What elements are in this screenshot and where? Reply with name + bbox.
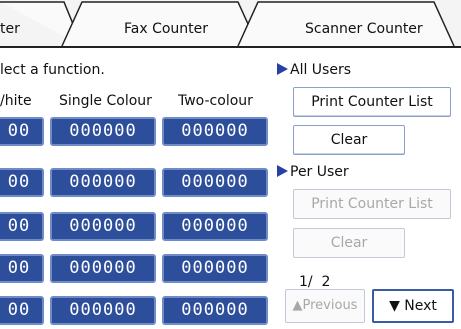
column-header-single-colour: Single Colour — [59, 93, 152, 109]
counter-cell-white: 00 — [0, 296, 44, 325]
next-label: Next — [404, 298, 437, 314]
counter-cell-white: 00 — [0, 212, 44, 241]
counter-cell-single-colour: 000000 — [50, 296, 156, 325]
counter-cell-two-colour: 000000 — [162, 254, 268, 283]
all-users-label-text: All Users — [290, 62, 352, 78]
column-header-two-colour: Two-colour — [178, 93, 253, 109]
tab-baseline — [0, 46, 461, 48]
counter-cell-two-colour: 000000 — [162, 212, 268, 241]
counter-cell-single-colour: 000000 — [50, 254, 156, 283]
counter-cell-single-colour: 000000 — [50, 212, 156, 241]
counter-cell-single-colour: 000000 — [50, 117, 156, 146]
instruction-text: lect a function. — [0, 62, 105, 78]
tab-label: Scanner Counter — [305, 21, 423, 37]
counter-cell-two-colour: 000000 — [162, 117, 268, 146]
all-users-clear-button[interactable]: Clear — [293, 125, 405, 155]
triangle-down-icon: ▼ — [389, 298, 400, 314]
tab-label: Fax Counter — [124, 21, 209, 37]
all-users-label: All Users — [277, 62, 351, 78]
column-header-white: /hite — [0, 93, 32, 109]
per-user-print-counter-list-button[interactable]: Print Counter List — [293, 189, 451, 219]
tab-label: ter — [0, 21, 20, 37]
counter-cell-single-colour: 000000 — [50, 168, 156, 197]
per-user-clear-button[interactable]: Clear — [293, 228, 405, 258]
per-user-label-text: Per User — [290, 164, 349, 180]
tab-fax-counter[interactable]: Fax Counter — [61, 0, 262, 47]
triangle-up-icon: ▲ — [292, 298, 303, 313]
triangle-marker-icon — [277, 63, 288, 75]
counter-cell-white: 00 — [0, 254, 44, 283]
tab-bar: ter Fax Counter Scanner Counter — [0, 0, 461, 48]
all-users-print-counter-list-button[interactable]: Print Counter List — [293, 87, 451, 117]
next-button[interactable]: ▼ Next — [372, 289, 454, 323]
counter-cell-two-colour: 000000 — [162, 168, 268, 197]
counter-cell-white: 00 — [0, 117, 44, 146]
previous-label: Previous — [302, 298, 358, 313]
counter-cell-white: 00 — [0, 168, 44, 197]
previous-button[interactable]: ▲Previous — [285, 289, 365, 323]
triangle-marker-icon — [277, 165, 288, 177]
counter-cell-two-colour: 000000 — [162, 296, 268, 325]
tab-scanner-counter[interactable]: Scanner Counter — [237, 0, 461, 47]
per-user-label: Per User — [277, 164, 349, 180]
page-indicator: 1/ 2 — [299, 274, 331, 290]
